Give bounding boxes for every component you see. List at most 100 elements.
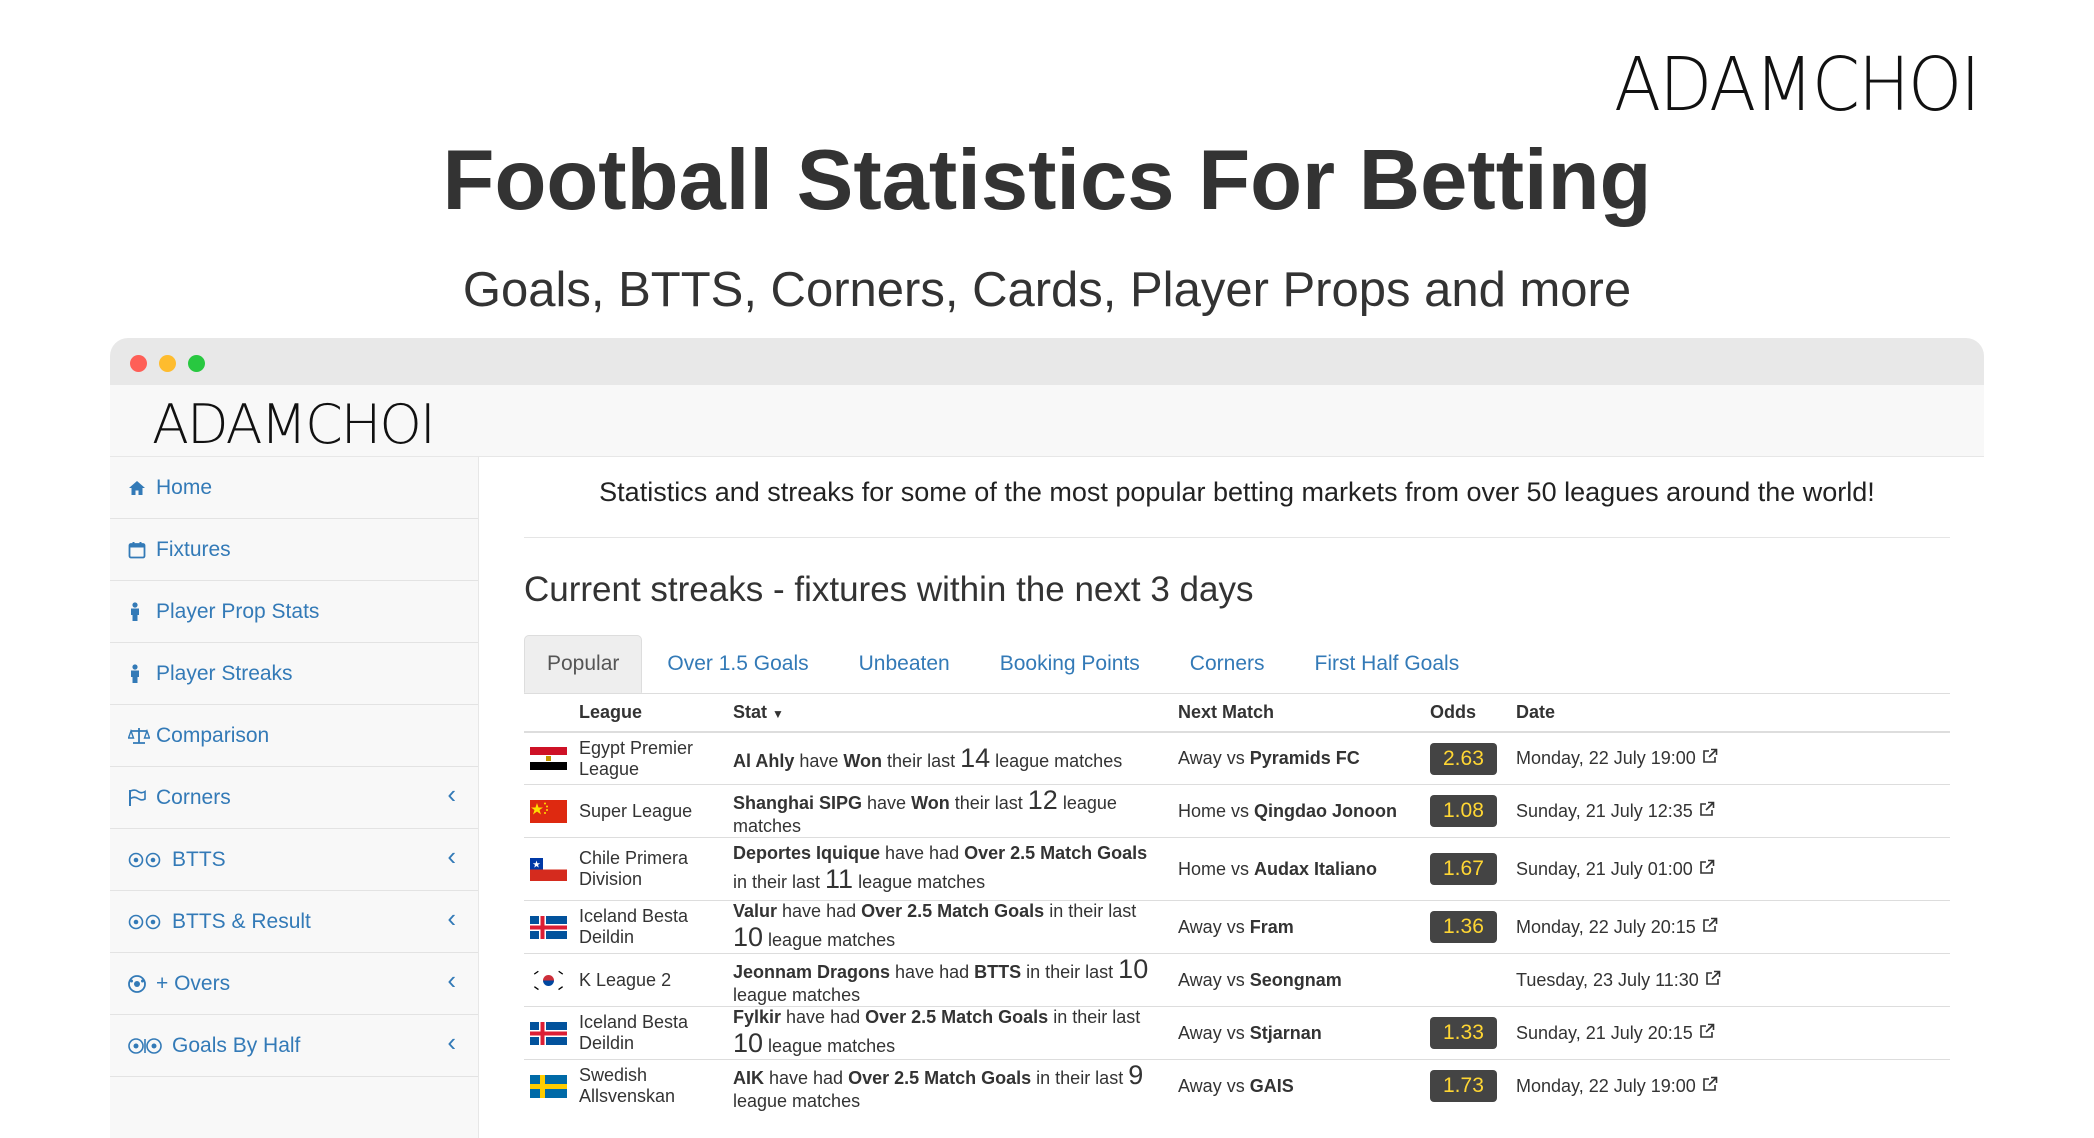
tab-corners[interactable]: Corners: [1165, 635, 1290, 693]
stat-text: league matches: [763, 1036, 896, 1056]
sidebar-item-player-prop-stats[interactable]: Player Prop Stats: [110, 581, 478, 643]
stat-cell: Jeonnam Dragons have had BTTS in their l…: [727, 953, 1172, 1007]
opponent-name: Audax Italiano: [1254, 858, 1378, 879]
table-row[interactable]: Super League Shanghai SIPG have Won their…: [524, 784, 1950, 838]
stat-text: in their last: [1044, 901, 1137, 921]
external-link-icon[interactable]: [1702, 1076, 1718, 1096]
stat-cell: Shanghai SIPG have Won their last 12 lea…: [727, 784, 1172, 838]
odds-cell: [1424, 953, 1510, 1007]
tab-popular[interactable]: Popular: [524, 635, 643, 693]
table-row[interactable]: K League 2 Jeonnam Dragons have had BTTS …: [524, 953, 1950, 1007]
date-cell: Tuesday, 23 July 11:30: [1510, 953, 1950, 1007]
sidebar-item-home[interactable]: Home: [110, 457, 478, 519]
venue-text: Away vs: [1178, 969, 1250, 990]
odds-badge[interactable]: 1.73: [1430, 1070, 1497, 1102]
korea-flag-icon: [530, 968, 567, 992]
opponent-name: Stjarnan: [1249, 1022, 1322, 1043]
ball-icon: [128, 974, 156, 993]
caret-down-icon: ▼: [772, 706, 784, 721]
odds-cell: 1.36: [1424, 900, 1510, 954]
sidebar-item-btts-result[interactable]: BTTS & Result ‹: [110, 891, 478, 953]
date-cell: Sunday, 21 July 20:15: [1510, 1006, 1950, 1060]
sidebar-item-player-streaks[interactable]: Player Streaks: [110, 643, 478, 705]
external-link-icon[interactable]: [1699, 1023, 1715, 1043]
stat-bold-text: Valur: [733, 901, 778, 921]
date-cell: Monday, 22 July 19:00: [1510, 731, 1950, 785]
navbar-logo[interactable]: ADAMCHOI: [152, 393, 436, 456]
stat-text: have had: [890, 962, 975, 982]
external-link-icon[interactable]: [1705, 970, 1721, 990]
external-link-icon[interactable]: [1699, 801, 1715, 821]
sidebar-item-goals-by-half[interactable]: Goals By Half ‹: [110, 1015, 478, 1077]
stat-text: have had: [777, 901, 862, 921]
table-row[interactable]: Iceland Besta Deildin Fylkir have had Ove…: [524, 1006, 1950, 1060]
flag-cell: [524, 900, 573, 954]
opponent-name: Seongnam: [1249, 969, 1342, 990]
table-row[interactable]: Chile Primera Division Deportes Iquique h…: [524, 837, 1950, 901]
odds-badge[interactable]: 1.67: [1430, 853, 1497, 885]
calendar-icon: [128, 541, 156, 559]
league-cell: Swedish Allsvenskan: [573, 1059, 727, 1112]
table-row[interactable]: Swedish Allsvenskan AIK have had Over 2.5…: [524, 1059, 1950, 1112]
home-icon: [128, 480, 156, 496]
iceland-flag-icon: [530, 915, 567, 939]
stat-text: in their last: [1021, 962, 1119, 982]
table-row[interactable]: Egypt Premier League Al Ahly have Won the…: [524, 731, 1950, 785]
external-link-icon[interactable]: [1702, 748, 1718, 768]
flag-icon: [128, 788, 156, 807]
ball-half-icon: [128, 1037, 172, 1055]
stat-bold-text: Won: [911, 793, 950, 813]
column-header-league[interactable]: League: [573, 693, 727, 733]
odds-badge[interactable]: 1.33: [1430, 1017, 1497, 1049]
next-match-cell: Away vs Pyramids FC: [1172, 731, 1424, 785]
column-header-odds[interactable]: Odds: [1424, 693, 1510, 733]
odds-badge[interactable]: 1.36: [1430, 911, 1497, 943]
next-match-cell: Away vs Fram: [1172, 900, 1424, 954]
streak-count: 12: [1027, 785, 1058, 815]
flag-cell: [524, 1059, 573, 1112]
window-titlebar: [110, 338, 1984, 385]
tab-over-1-5-goals[interactable]: Over 1.5 Goals: [642, 635, 833, 693]
tab-first-half-goals[interactable]: First Half Goals: [1290, 635, 1485, 693]
sidebar-item-label: + Overs: [156, 971, 231, 995]
sidebar-item-fixtures[interactable]: Fixtures: [110, 519, 478, 581]
maximize-window-button[interactable]: [188, 355, 205, 372]
column-header-date[interactable]: Date: [1510, 693, 1950, 733]
external-link-icon[interactable]: [1702, 917, 1718, 937]
stat-text: their last: [882, 751, 961, 771]
brand-logo: ADAMCHOI: [1614, 42, 1981, 128]
top-navbar: ADAMCHOI: [110, 385, 1984, 457]
chevron-left-icon: ‹: [447, 965, 456, 995]
date-cell: Sunday, 21 July 01:00: [1510, 837, 1950, 901]
chevron-left-icon: ‹: [447, 1027, 456, 1057]
sidebar-item-corners[interactable]: Corners ‹: [110, 767, 478, 829]
venue-text: Away vs: [1178, 748, 1250, 768]
tab-unbeaten[interactable]: Unbeaten: [834, 635, 975, 693]
stat-text: league matches: [733, 985, 861, 1005]
next-match-cell: Home vs Qingdao Jonoon: [1172, 784, 1424, 838]
minimize-window-button[interactable]: [159, 355, 176, 372]
close-window-button[interactable]: [130, 355, 147, 372]
odds-badge[interactable]: 1.08: [1430, 795, 1497, 827]
stat-text: have: [862, 793, 912, 813]
sidebar-item-overs[interactable]: + Overs ‹: [110, 953, 478, 1015]
tab-booking-points[interactable]: Booking Points: [975, 635, 1165, 693]
stat-bold-text: Over 2.5 Match Goals: [964, 843, 1148, 863]
sidebar-item-label: Player Streaks: [156, 661, 293, 685]
match-date: Monday, 22 July 20:15: [1516, 916, 1696, 937]
table-row[interactable]: Iceland Besta Deildin Valur have had Over…: [524, 900, 1950, 954]
next-match-cell: Away vs Seongnam: [1172, 953, 1424, 1007]
column-header-next-match[interactable]: Next Match: [1172, 693, 1424, 733]
sidebar-item-btts[interactable]: BTTS ‹: [110, 829, 478, 891]
odds-badge[interactable]: 2.63: [1430, 742, 1497, 775]
chile-flag-icon: [530, 857, 567, 881]
sidebar-item-comparison[interactable]: Comparison: [110, 705, 478, 767]
league-cell: K League 2: [573, 953, 727, 1007]
streak-count: 14: [960, 743, 991, 773]
stat-bold-text: Fylkir: [733, 1007, 782, 1027]
stat-bold-text: Won: [843, 751, 883, 771]
stat-text: their last: [949, 793, 1028, 813]
streak-count: 10: [1118, 954, 1149, 984]
column-header-stat[interactable]: Stat ▼: [727, 693, 1172, 733]
external-link-icon[interactable]: [1699, 859, 1715, 879]
